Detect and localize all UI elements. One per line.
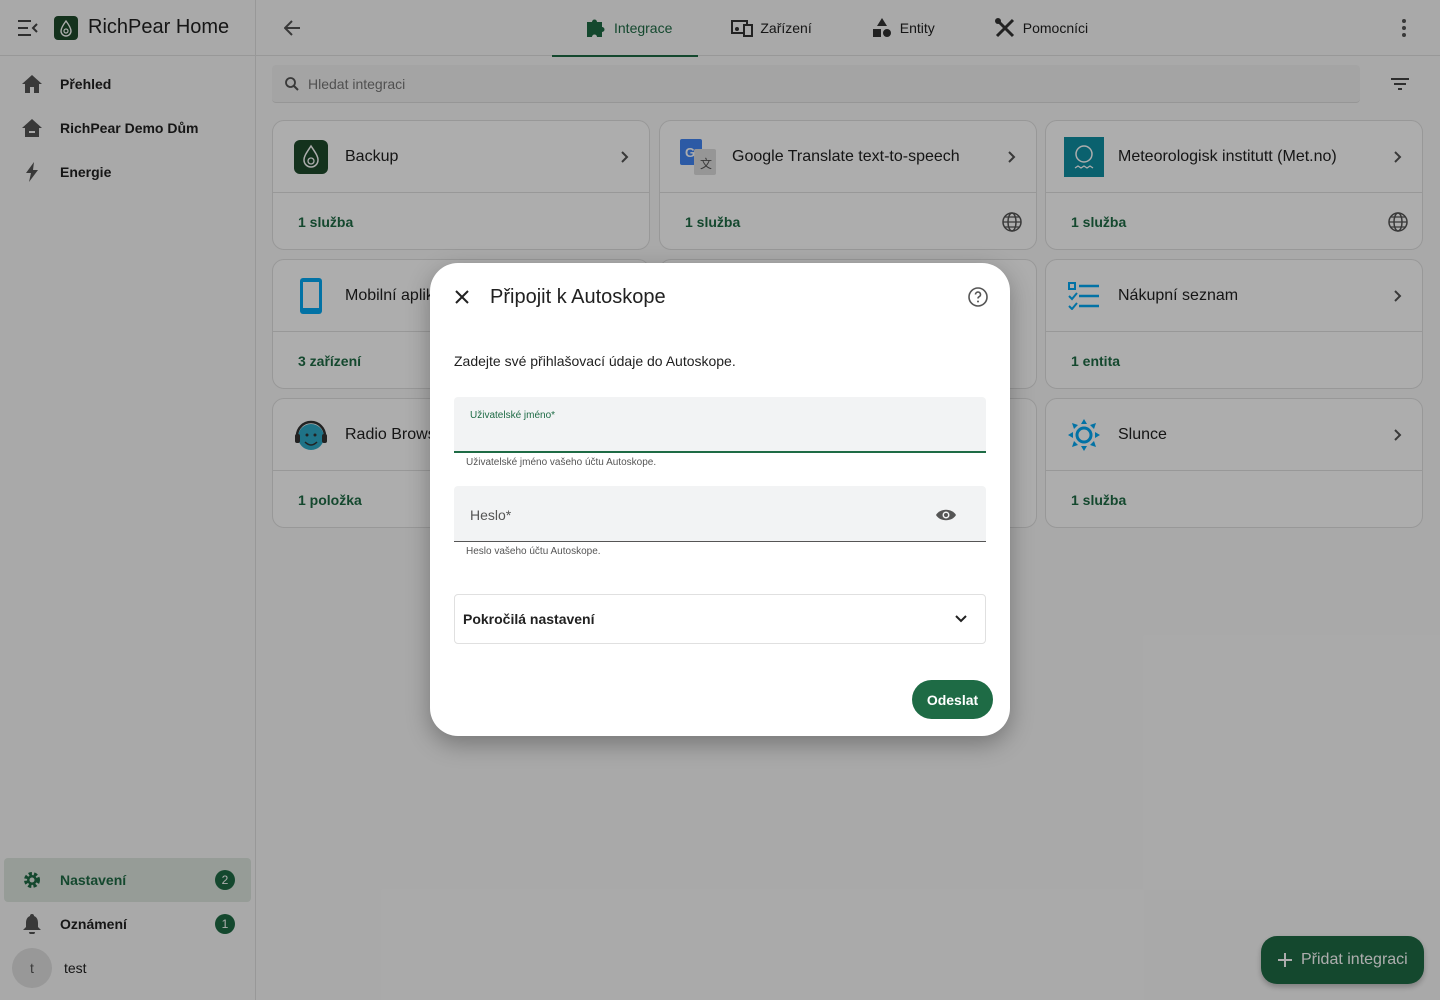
password-label: Heslo* [470,507,512,523]
expander-label: Pokročilá nastavení [463,611,595,627]
submit-button[interactable]: Odeslat [912,680,993,719]
username-helper: Uživatelské jméno vašeho účtu Autoskope. [466,457,657,468]
close-icon[interactable] [450,285,474,309]
username-input[interactable] [470,421,910,445]
advanced-settings-expander[interactable]: Pokročilá nastavení [454,594,986,644]
help-icon[interactable] [966,285,990,309]
dialog-title: Připojit k Autoskope [490,286,666,308]
password-helper: Heslo vašeho účtu Autoskope. [466,546,601,557]
chevron-down-icon [949,607,973,631]
password-field[interactable]: Heslo* [454,486,986,542]
username-label: Uživatelské jméno* [470,410,556,421]
show-password-icon[interactable] [934,503,958,527]
config-flow-dialog: Připojit k Autoskope Zadejte své přihlaš… [430,263,1010,736]
dialog-description: Zadejte své přihlašovací údaje do Autosk… [454,353,736,369]
username-field[interactable]: Uživatelské jméno* [454,397,986,453]
